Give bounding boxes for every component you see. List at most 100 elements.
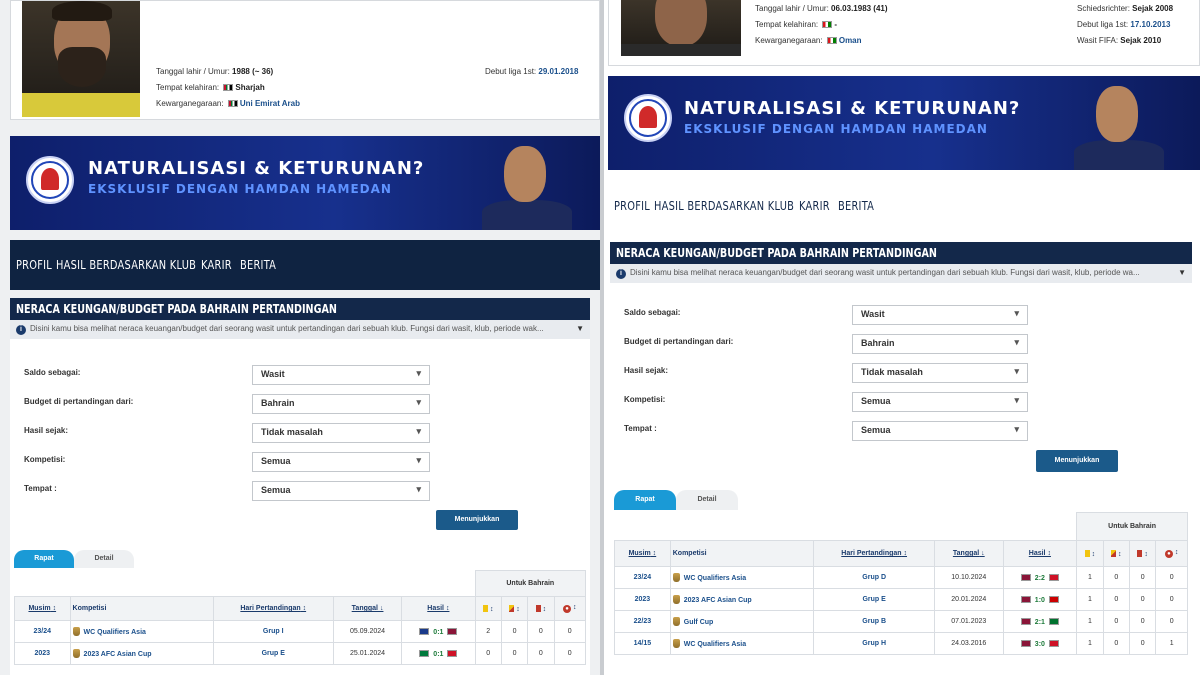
budget-description[interactable]: i Disini kamu bisa melihat neraca keuanga… — [610, 264, 1192, 283]
table-row[interactable]: 14/15 WC Qualifiers Asia Grup H 24.03.2016 3… — [614, 632, 1188, 655]
date-cell: 24.03.2016 — [934, 632, 1004, 655]
col-yellow-red[interactable]: ↕ — [1102, 540, 1131, 567]
red-count: 0 — [1129, 610, 1157, 633]
tab-detail[interactable]: Detail — [676, 490, 738, 510]
nav-berita[interactable]: BERITA — [838, 199, 874, 213]
table-row[interactable]: 23/24 WC Qualifiers Asia Grup D 10.10.2024 2… — [614, 566, 1188, 589]
col-hasil[interactable]: Hasil ↕ — [401, 596, 476, 621]
banner-person-image — [474, 136, 584, 230]
red-count: 0 — [527, 642, 555, 665]
table-row[interactable]: 2023 2023 AFC Asian Cup Grup E 25.01.2024 0:… — [14, 642, 587, 665]
filter-label: Hasil sejak: — [624, 366, 669, 375]
saldo-select[interactable]: Wasit — [252, 365, 430, 385]
result-cell[interactable]: 3:0 — [1002, 632, 1078, 655]
competition-cell[interactable]: WC Qualifiers Asia — [669, 632, 815, 655]
competition-cell[interactable]: WC Qualifiers Asia — [669, 566, 815, 589]
kompetisi-select[interactable]: Semua — [852, 392, 1028, 412]
referee-profile-card: Tanggal lahir / Umur: 1988 (~ 36) Tempat… — [10, 0, 600, 120]
trophy-icon — [672, 573, 680, 582]
yellow-red-count: 0 — [1102, 566, 1131, 589]
nav-profil[interactable]: PROFIL — [614, 199, 650, 213]
show-button[interactable]: Menunjukkan — [1036, 450, 1118, 472]
banner-title: NATURALISASI & KETURUNAN? — [88, 158, 425, 179]
col-penalty[interactable]: ● ↕ — [1155, 540, 1188, 567]
col-yellow-red[interactable]: ↕ — [500, 596, 529, 621]
saldo-select[interactable]: Wasit — [852, 305, 1028, 325]
col-penalty[interactable]: ● ↕ — [553, 596, 587, 621]
promo-banner[interactable]: NATURALISASI & KETURUNAN? EKSKLUSIF DENG… — [608, 76, 1200, 170]
table-row[interactable]: 23/24 WC Qualifiers Asia Grup I 05.09.2024 0… — [14, 620, 587, 643]
col-kompetisi: Kompetisi — [69, 596, 214, 621]
season-cell[interactable]: 23/24 — [614, 566, 671, 589]
right-screenshot-panel: Tanggal lahir / Umur: 06.03.1983 (41) Te… — [604, 0, 1200, 675]
yellow-red-count: 0 — [1102, 610, 1131, 633]
col-hari[interactable]: Hari Pertandingan ↕ — [813, 540, 936, 567]
col-hari[interactable]: Hari Pertandingan ↕ — [212, 596, 334, 621]
competition-cell[interactable]: WC Qualifiers Asia — [69, 620, 214, 643]
matchday-cell[interactable]: Grup H — [813, 632, 936, 655]
caret-down-icon[interactable]: ▼ — [1178, 268, 1186, 277]
col-tanggal[interactable]: Tanggal ↓ — [332, 596, 403, 621]
result-cell[interactable]: 0:1 — [401, 642, 476, 665]
season-cell[interactable]: 23/24 — [14, 620, 71, 643]
competition-cell[interactable]: 2023 AFC Asian Cup — [669, 588, 815, 611]
competition-cell[interactable]: 2023 AFC Asian Cup — [69, 642, 214, 665]
result-cell[interactable]: 0:1 — [401, 620, 476, 643]
col-red[interactable]: ↕ — [527, 596, 555, 621]
home-team-flag-icon — [1020, 573, 1031, 581]
table-row[interactable]: 2023 2023 AFC Asian Cup Grup E 20.01.2024 1:… — [614, 588, 1188, 611]
nav-profil[interactable]: PROFIL — [16, 258, 52, 272]
tab-rapat[interactable]: Rapat — [614, 490, 676, 510]
birthplace-info: Tempat kelahiran: Sharjah — [156, 83, 265, 92]
nav-hasil-klub[interactable]: HASIL BERDASARKAN KLUB — [56, 258, 196, 272]
budget-select[interactable]: Bahrain — [852, 334, 1028, 354]
result-cell[interactable]: 2:2 — [1002, 566, 1078, 589]
tab-rapat[interactable]: Rapat — [14, 550, 74, 568]
col-musim[interactable]: Musim ↕ — [14, 596, 71, 621]
hasil-select[interactable]: Tidak masalah — [852, 363, 1028, 383]
season-cell[interactable]: 14/15 — [614, 632, 671, 655]
col-yellow[interactable]: ↕ — [474, 596, 502, 621]
yellow-red-count: 0 — [1102, 588, 1131, 611]
yellow-count: 0 — [474, 642, 502, 665]
col-musim[interactable]: Musim ↕ — [614, 540, 671, 567]
matchday-cell[interactable]: Grup D — [813, 566, 936, 589]
caret-down-icon[interactable]: ▼ — [576, 324, 584, 333]
filter-label: Tempat : — [624, 424, 657, 433]
matchday-cell[interactable]: Grup E — [813, 588, 936, 611]
nav-karir[interactable]: KARIR — [799, 199, 830, 213]
home-team-flag-icon — [1020, 639, 1031, 647]
matchday-cell[interactable]: Grup E — [212, 642, 334, 665]
nav-karir[interactable]: KARIR — [201, 258, 232, 272]
tab-detail[interactable]: Detail — [74, 550, 134, 568]
tempat-select[interactable]: Semua — [852, 421, 1028, 441]
nav-berita[interactable]: BERITA — [240, 258, 276, 272]
season-cell[interactable]: 2023 — [614, 588, 671, 611]
hasil-select[interactable]: Tidak masalah — [252, 423, 430, 443]
season-cell[interactable]: 22/23 — [614, 610, 671, 633]
table-row[interactable]: 22/23 Gulf Cup Grup B 07.01.2023 2:1 1 0 0 0 — [614, 610, 1188, 633]
yellow-count: 1 — [1076, 566, 1104, 589]
nav-hasil-klub[interactable]: HASIL BERDASARKAN KLUB — [654, 199, 794, 213]
season-cell[interactable]: 2023 — [14, 642, 71, 665]
promo-banner[interactable]: NATURALISASI & KETURUNAN? EKSKLUSIF DENG… — [10, 136, 600, 230]
result-cell[interactable]: 2:1 — [1002, 610, 1078, 633]
budget-description[interactable]: i Disini kamu bisa melihat neraca keuanga… — [10, 320, 590, 339]
nationality-link[interactable]: Uni Emirat Arab — [240, 99, 300, 108]
budget-select[interactable]: Bahrain — [252, 394, 430, 414]
profile-nav: PROFIL HASIL BERDASARKAN KLUB KARIR BERI… — [10, 240, 600, 290]
result-cell[interactable]: 1:0 — [1002, 588, 1078, 611]
col-red[interactable]: ↕ — [1129, 540, 1157, 567]
show-button[interactable]: Menunjukkan — [436, 510, 518, 530]
red-count: 0 — [1129, 588, 1157, 611]
tempat-select[interactable]: Semua — [252, 481, 430, 501]
penalty-icon: ● — [1164, 550, 1173, 558]
col-hasil[interactable]: Hasil ↕ — [1002, 540, 1078, 567]
matchday-cell[interactable]: Grup B — [813, 610, 936, 633]
nationality-link[interactable]: Oman — [839, 36, 862, 45]
competition-cell[interactable]: Gulf Cup — [669, 610, 815, 633]
matchday-cell[interactable]: Grup I — [212, 620, 334, 643]
col-tanggal[interactable]: Tanggal ↓ — [934, 540, 1004, 567]
kompetisi-select[interactable]: Semua — [252, 452, 430, 472]
col-yellow[interactable]: ↕ — [1076, 540, 1104, 567]
